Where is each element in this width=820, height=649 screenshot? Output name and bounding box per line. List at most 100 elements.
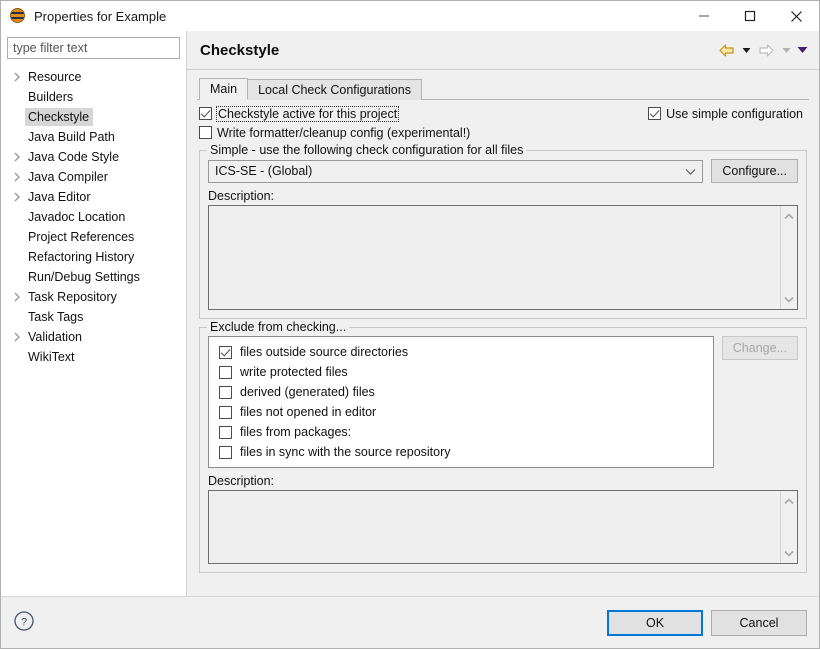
checkbox-box[interactable] [199, 126, 212, 139]
exclude-description-textarea[interactable] [208, 490, 798, 564]
sidebar-item-label: Task Tags [25, 308, 87, 326]
right-checkbox-group: Use simple configuration [648, 104, 807, 123]
sidebar-item-label: Refactoring History [25, 248, 138, 266]
list-item[interactable]: derived (generated) files [209, 382, 713, 402]
minimize-icon [698, 10, 710, 22]
simple-configuration-group: Simple - use the following check configu… [199, 150, 807, 319]
forward-button[interactable] [755, 39, 777, 61]
back-button[interactable] [715, 39, 737, 61]
view-menu-icon [797, 46, 808, 54]
sidebar-item-java-code-style[interactable]: Java Code Style [1, 147, 186, 167]
vertical-scrollbar[interactable] [780, 491, 797, 563]
page-nav-toolbar [715, 39, 809, 61]
tab-local-check-configurations[interactable]: Local Check Configurations [247, 79, 422, 100]
list-item[interactable]: write protected files [209, 362, 713, 382]
sidebar-item-task-repository[interactable]: Task Repository [1, 287, 186, 307]
page-title: Checkstyle [200, 42, 715, 59]
chevron-right-icon[interactable] [9, 172, 25, 182]
ok-button[interactable]: OK [607, 610, 703, 636]
chevron-right-icon[interactable] [9, 192, 25, 202]
sidebar-item-java-build-path[interactable]: Java Build Path [1, 127, 186, 147]
forward-arrow-icon [758, 43, 775, 58]
checkbox-use-simple-configuration[interactable]: Use simple configuration [648, 104, 803, 123]
sidebar-item-refactoring-history[interactable]: Refactoring History [1, 247, 186, 267]
checkbox-box[interactable] [219, 446, 232, 459]
list-item-label: files outside source directories [240, 345, 408, 359]
back-dropdown-button[interactable] [739, 39, 753, 61]
settings-page: Checkstyle [186, 31, 819, 596]
textarea-content[interactable] [209, 206, 780, 309]
checkbox-box[interactable] [219, 386, 232, 399]
maximize-icon [744, 10, 756, 22]
sidebar-item-builders[interactable]: Builders [1, 87, 186, 107]
sidebar-item-javadoc-location[interactable]: Javadoc Location [1, 207, 186, 227]
sidebar-item-label: Checkstyle [25, 108, 93, 126]
chevron-down-icon[interactable] [784, 292, 794, 306]
chevron-right-icon[interactable] [9, 332, 25, 342]
chevron-up-icon[interactable] [784, 209, 794, 223]
sidebar-item-label: WikiText [25, 348, 79, 366]
chevron-up-icon[interactable] [784, 494, 794, 508]
sidebar-item-wikitext[interactable]: WikiText [1, 347, 186, 367]
sidebar-item-project-references[interactable]: Project References [1, 227, 186, 247]
exclude-description-label: Description: [208, 474, 798, 488]
textarea-content[interactable] [209, 491, 780, 563]
sidebar-item-task-tags[interactable]: Task Tags [1, 307, 186, 327]
tab-panel-main: Checkstyle active for this project Write… [197, 100, 809, 592]
dialog-body: Resource Builders Checkstyle Java Build … [1, 31, 819, 596]
vertical-scrollbar[interactable] [780, 206, 797, 309]
list-item-label: files in sync with the source repository [240, 445, 451, 459]
chevron-down-icon[interactable] [784, 546, 794, 560]
checkbox-label: Use simple configuration [666, 107, 803, 121]
list-item[interactable]: files in sync with the source repository [209, 442, 713, 462]
sidebar-item-checkstyle[interactable]: Checkstyle [1, 107, 186, 127]
sidebar-item-label: Project References [25, 228, 138, 246]
combo-value: ICS-SE - (Global) [215, 164, 685, 178]
sidebar-item-label: Resource [25, 68, 86, 86]
sidebar-item-validation[interactable]: Validation [1, 327, 186, 347]
exclude-filter-list[interactable]: files outside source directories write p… [208, 336, 714, 468]
checkbox-box[interactable] [219, 426, 232, 439]
tab-main[interactable]: Main [199, 78, 248, 100]
checkbox-box[interactable] [219, 346, 232, 359]
sidebar-item-java-compiler[interactable]: Java Compiler [1, 167, 186, 187]
tab-bar: Main Local Check Configurations [197, 78, 809, 100]
forward-dropdown-button[interactable] [779, 39, 793, 61]
cancel-button[interactable]: Cancel [711, 610, 807, 636]
chevron-down-icon[interactable] [685, 168, 696, 175]
configure-button[interactable]: Configure... [711, 159, 798, 183]
filter-input[interactable] [7, 37, 180, 59]
change-button[interactable]: Change... [722, 336, 798, 360]
list-item[interactable]: files not opened in editor [209, 402, 713, 422]
view-menu-button[interactable] [795, 39, 809, 61]
list-item-label: derived (generated) files [240, 385, 375, 399]
page-header: Checkstyle [187, 31, 819, 70]
simple-description-textarea[interactable] [208, 205, 798, 310]
sidebar-item-resource[interactable]: Resource [1, 67, 186, 87]
simple-description-label: Description: [208, 189, 798, 203]
list-item[interactable]: files from packages: [209, 422, 713, 442]
minimize-button[interactable] [681, 1, 727, 31]
title-bar: Properties for Example [1, 1, 819, 31]
checkbox-box[interactable] [648, 107, 661, 120]
maximize-button[interactable] [727, 1, 773, 31]
list-item[interactable]: files outside source directories [209, 342, 713, 362]
checkbox-write-formatter[interactable]: Write formatter/cleanup config (experime… [199, 123, 470, 142]
chevron-right-icon[interactable] [9, 72, 25, 82]
properties-dialog: Properties for Example [0, 0, 820, 649]
checkbox-box[interactable] [199, 107, 212, 120]
check-configuration-combo[interactable]: ICS-SE - (Global) [208, 160, 703, 183]
sidebar-item-label: Java Code Style [25, 148, 123, 166]
chevron-down-icon [782, 47, 791, 54]
checkbox-box[interactable] [219, 406, 232, 419]
chevron-right-icon[interactable] [9, 292, 25, 302]
sidebar-item-label: Java Compiler [25, 168, 112, 186]
sidebar-item-java-editor[interactable]: Java Editor [1, 187, 186, 207]
help-question-icon[interactable]: ? [13, 610, 35, 635]
checkbox-label: Checkstyle active for this project [217, 107, 398, 121]
sidebar-item-run-debug-settings[interactable]: Run/Debug Settings [1, 267, 186, 287]
checkbox-checkstyle-active[interactable]: Checkstyle active for this project [199, 104, 470, 123]
close-button[interactable] [773, 1, 819, 31]
checkbox-box[interactable] [219, 366, 232, 379]
chevron-right-icon[interactable] [9, 152, 25, 162]
